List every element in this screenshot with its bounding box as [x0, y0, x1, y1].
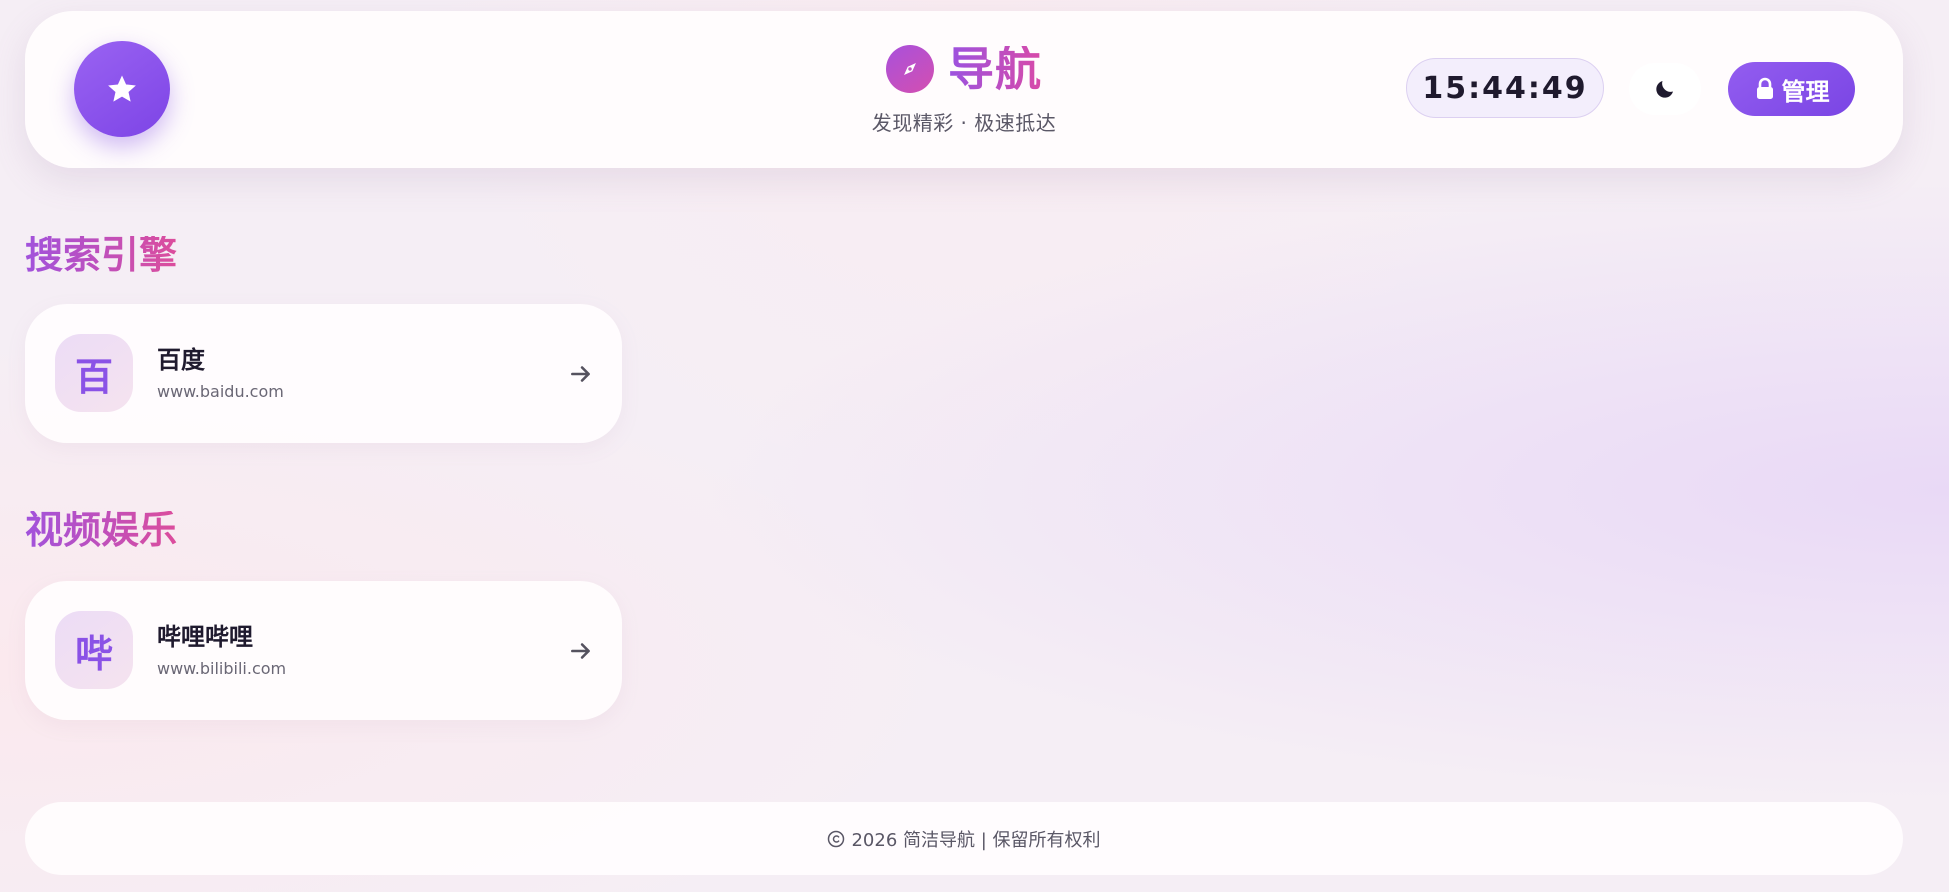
site-avatar: 百: [55, 334, 133, 412]
brand-row: 导航: [886, 45, 1042, 93]
copyright-icon: [828, 830, 845, 847]
link-url: www.baidu.com: [157, 382, 284, 401]
compass-icon: [886, 45, 934, 93]
section-title-search: 搜索引擎: [25, 233, 178, 277]
theme-toggle-button[interactable]: [1629, 63, 1701, 115]
admin-button[interactable]: 管理: [1728, 62, 1855, 116]
clock-display: 15:44:49: [1406, 58, 1604, 118]
link-url: www.bilibili.com: [157, 659, 287, 678]
section-title-video: 视频娱乐: [25, 508, 178, 552]
lock-icon: [1756, 77, 1773, 99]
page-subtitle: 发现精彩 · 极速抵达: [871, 111, 1057, 135]
link-card-baidu[interactable]: 百 百度 www.baidu.com: [25, 304, 622, 443]
link-name: 百度: [157, 346, 205, 374]
arrow-right-icon: [571, 643, 590, 659]
header-bar: 导航 发现精彩 · 极速抵达 15:44:49 管理: [25, 11, 1903, 168]
footer: 2026 简洁导航 | 保留所有权利: [25, 802, 1903, 875]
footer-text: 2026 简洁导航 | 保留所有权利: [851, 829, 1101, 851]
admin-label: 管理: [1781, 77, 1830, 106]
page-title: 导航: [948, 42, 1042, 96]
brand: 导航 发现精彩 · 极速抵达: [25, 45, 1903, 136]
arrow-right-icon: [571, 366, 590, 382]
site-avatar: 哔: [55, 611, 133, 689]
moon-icon: [1656, 81, 1673, 98]
link-name: 哔哩哔哩: [157, 623, 253, 651]
link-card-bilibili[interactable]: 哔 哔哩哔哩 www.bilibili.com: [25, 581, 622, 720]
